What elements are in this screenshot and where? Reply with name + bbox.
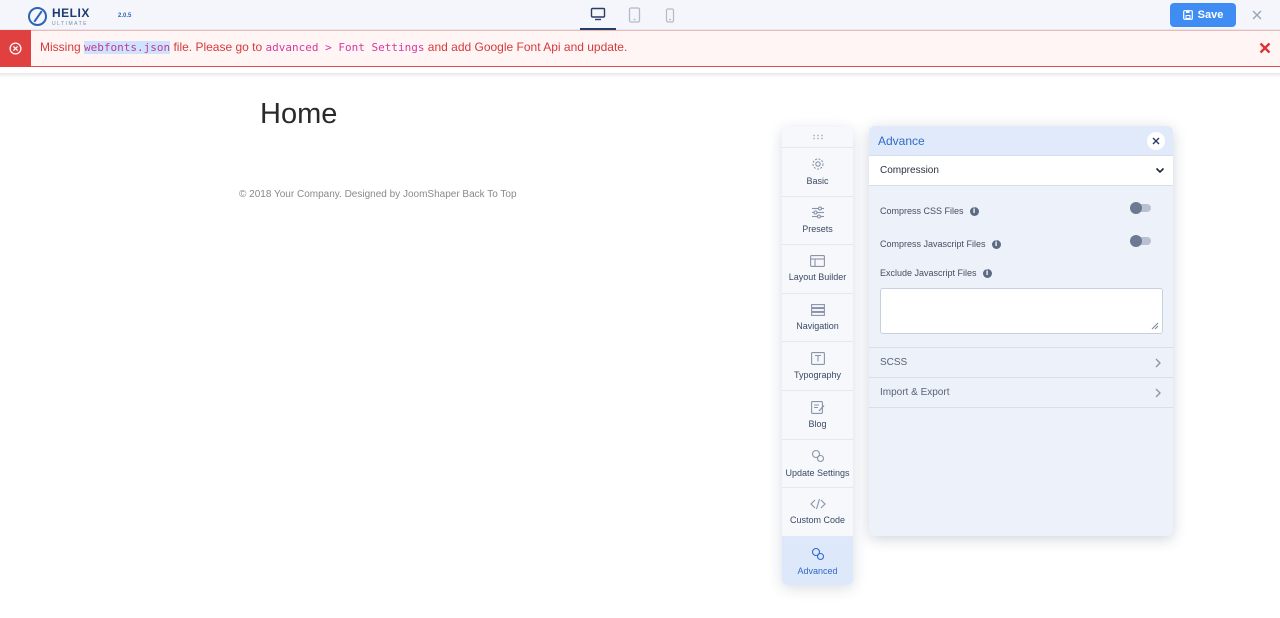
alert-prefix: Missing	[40, 40, 85, 54]
sidebar-item-label: Navigation	[796, 321, 839, 332]
section-title: Import & Export	[880, 387, 950, 398]
import-export-section-header[interactable]: Import & Export	[869, 378, 1173, 408]
version-label: 2.0.5	[118, 13, 132, 19]
sidebar-item-basic[interactable]: Basic	[782, 148, 853, 197]
chevron-down-icon	[1155, 167, 1165, 174]
sidebar-item-label: Blog	[808, 418, 827, 429]
exclude-js-textarea[interactable]	[880, 288, 1163, 334]
desktop-view-button[interactable]	[580, 0, 616, 30]
close-icon	[1152, 137, 1160, 145]
layout-icon	[810, 255, 825, 268]
sidebar-item-presets[interactable]: Presets	[782, 197, 853, 246]
device-switcher	[580, 0, 688, 30]
blog-icon	[810, 400, 824, 414]
sidebar-item-navigation[interactable]: Navigation	[782, 294, 853, 343]
resize-handle-icon[interactable]	[1151, 322, 1159, 330]
chevron-right-icon	[1155, 358, 1161, 367]
code-icon	[809, 499, 826, 510]
drag-handle[interactable]	[782, 127, 853, 148]
chevron-right-icon	[1155, 388, 1161, 397]
brand-name: HELIX	[52, 6, 90, 20]
site-footer: © 2018 Your Company. Designed by JoomSha…	[239, 189, 517, 200]
close-icon	[1259, 42, 1271, 54]
alert-path: advanced > Font Settings	[265, 41, 425, 54]
panel-close-button[interactable]	[1147, 132, 1165, 150]
alert-suffix: and add Google Font Api and update.	[424, 40, 628, 54]
sidebar-item-typography[interactable]: Typography	[782, 342, 853, 391]
desktop-icon	[590, 7, 606, 21]
compress-js-label: Compress Javascript Files	[880, 239, 986, 249]
compress-css-label: Compress CSS Files	[880, 206, 964, 216]
helix-logo-icon	[28, 6, 47, 26]
alert-close-button[interactable]	[1257, 40, 1273, 56]
sidebar-item-label: Typography	[793, 370, 842, 381]
save-button[interactable]: Save	[1170, 3, 1236, 27]
sidebar-item-blog[interactable]: Blog	[782, 391, 853, 440]
sidebar-item-custom-code[interactable]: Custom Code	[782, 488, 853, 537]
panel-title: Advance	[878, 133, 925, 148]
typography-icon	[810, 352, 825, 366]
alert-icon-box	[0, 30, 31, 67]
sidebar-item-layout-builder[interactable]: Layout Builder	[782, 245, 853, 294]
alert-file: webfonts.json	[84, 41, 171, 54]
drag-dots-icon	[812, 134, 823, 140]
update-icon	[811, 449, 824, 462]
advance-panel: Advance Compression Compress CSS Files i…	[869, 126, 1173, 536]
sidebar-item-label: Layout Builder	[788, 272, 847, 283]
info-icon[interactable]: i	[969, 206, 979, 216]
sidebar-item-advanced[interactable]: Advanced	[782, 536, 853, 586]
brand-subtitle: ULTIMATE	[52, 21, 88, 27]
compress-css-toggle[interactable]	[1130, 202, 1151, 214]
compress-js-toggle[interactable]	[1130, 235, 1151, 247]
close-editor-button[interactable]	[1248, 6, 1266, 24]
exclude-js-row: Exclude Javascript Files i	[880, 268, 992, 278]
helix-logo: HELIX ULTIMATE 2.0.5	[28, 5, 131, 27]
error-alert: Missing webfonts.json file. Please go to…	[0, 30, 1280, 67]
save-icon	[1182, 10, 1193, 20]
sidebar-item-label: Custom Code	[789, 515, 846, 526]
page-title: Home	[260, 98, 338, 130]
divider	[0, 73, 1280, 78]
save-button-label: Save	[1197, 9, 1224, 21]
tablet-view-button[interactable]	[616, 0, 652, 30]
scss-section-header[interactable]: SCSS	[869, 348, 1173, 378]
close-icon	[1252, 10, 1262, 20]
info-icon[interactable]: i	[982, 268, 992, 278]
tablet-icon	[628, 7, 640, 23]
sidebar-item-label: Advanced	[797, 565, 838, 576]
gear-icon	[811, 158, 824, 170]
advanced-icon	[811, 547, 824, 560]
info-icon[interactable]: i	[991, 239, 1001, 249]
sidebar-item-label: Presets	[802, 224, 833, 235]
compress-css-row: Compress CSS Files i	[880, 206, 979, 216]
alert-middle: file. Please go to	[170, 40, 266, 54]
panel-header: Advance	[869, 126, 1173, 156]
alert-message: Missing webfonts.json file. Please go to…	[40, 40, 627, 54]
settings-sidebar: Basic Presets Layout Builder Navigation …	[782, 127, 853, 586]
compression-section-header[interactable]: Compression	[869, 156, 1173, 186]
top-bar: HELIX ULTIMATE 2.0.5 Save	[0, 0, 1280, 30]
sliders-icon	[811, 206, 824, 219]
error-circle-icon	[9, 42, 22, 55]
navigation-icon	[810, 304, 825, 317]
section-title: Compression	[880, 165, 939, 176]
mobile-view-button[interactable]	[652, 0, 688, 30]
mobile-icon	[665, 7, 675, 23]
compress-js-row: Compress Javascript Files i	[880, 239, 1001, 249]
section-title: SCSS	[880, 357, 908, 368]
sidebar-item-label: Update Settings	[785, 467, 850, 478]
sidebar-item-label: Basic	[806, 176, 829, 187]
sidebar-item-update-settings[interactable]: Update Settings	[782, 440, 853, 489]
exclude-js-label: Exclude Javascript Files	[880, 268, 977, 278]
